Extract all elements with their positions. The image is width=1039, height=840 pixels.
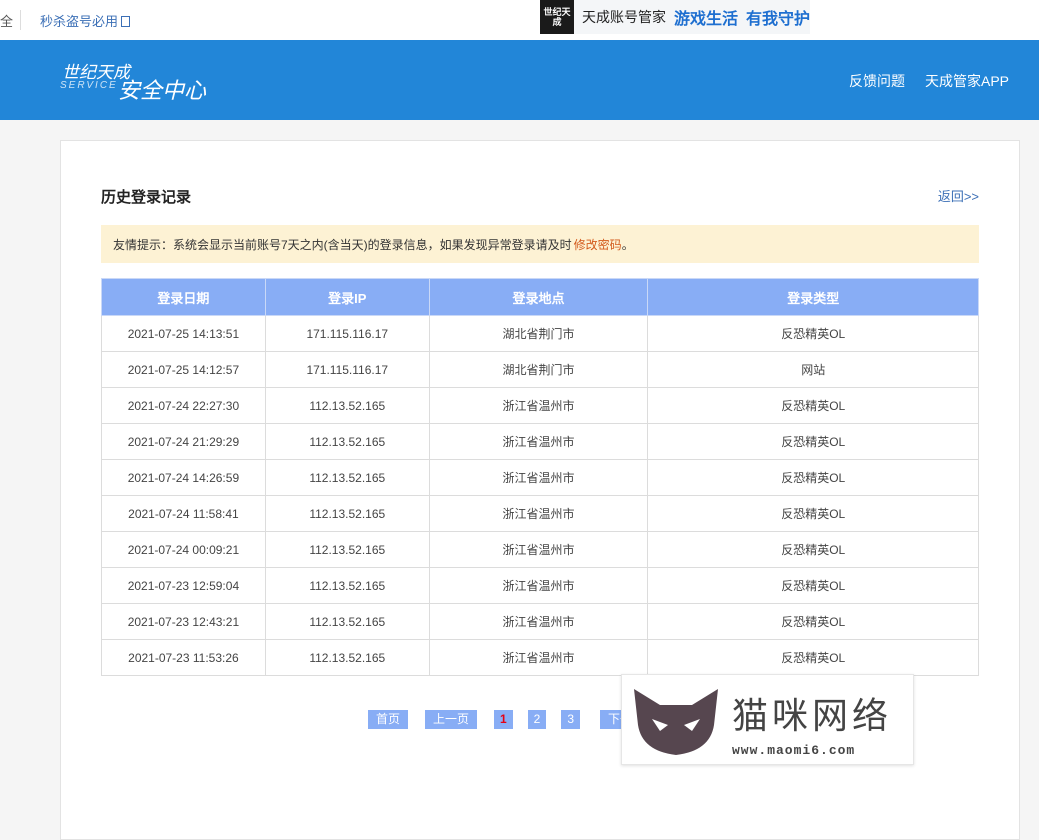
cell-type: 反恐精英OL [647,639,979,676]
cell-location: 浙江省温州市 [428,531,649,568]
table-row: 2021-07-24 21:29:29 112.13.52.165 浙江省温州市… [101,423,979,460]
cell-date: 2021-07-25 14:12:57 [101,351,266,388]
cell-ip: 112.13.52.165 [264,603,430,640]
top-strip: 全 秒杀盗号必用 世纪天成 天成账号管家 游戏生活 有我守护 [0,0,1039,40]
banner-title: 天成账号管家 [582,9,666,25]
table-row: 2021-07-24 14:26:59 112.13.52.165 浙江省温州市… [101,459,979,496]
cell-location: 浙江省温州市 [428,387,649,424]
banner-slogan-2: 有我守护 [745,11,810,28]
table-row: 2021-07-23 12:59:04 112.13.52.165 浙江省温州市… [101,567,979,604]
header-ip: 登录IP [264,278,430,316]
table-row: 2021-07-23 12:43:21 112.13.52.165 浙江省温州市… [101,603,979,640]
promo-link[interactable]: 秒杀盗号必用 [40,11,131,30]
cell-type: 反恐精英OL [647,315,979,352]
app-logo-icon: 世纪天成 [540,0,574,34]
nav-feedback[interactable]: 反馈问题 [849,71,905,91]
back-link[interactable]: 返回>> [938,186,979,205]
cell-ip: 112.13.52.165 [264,387,430,424]
cell-location: 湖北省荆门市 [428,315,649,352]
header-type: 登录类型 [647,278,979,316]
table-row: 2021-07-24 11:58:41 112.13.52.165 浙江省温州市… [101,495,979,532]
page-3-button[interactable]: 3 [561,710,581,729]
cell-date: 2021-07-24 22:27:30 [101,387,266,424]
cell-location: 浙江省温州市 [428,459,649,496]
cell-type: 反恐精英OL [647,495,979,532]
nav-app[interactable]: 天成管家APP [925,71,1009,91]
login-history-table: 登录日期 登录IP 登录地点 登录类型 2021-07-25 14:13:51 … [101,278,979,676]
cell-ip: 112.13.52.165 [264,423,430,460]
table-row: 2021-07-23 11:53:26 112.13.52.165 浙江省温州市… [101,639,979,676]
cell-location: 浙江省温州市 [428,423,649,460]
header-nav: 反馈问题 天成管家APP [849,71,1009,91]
page-title: 历史登录记录 [101,189,192,206]
cat-logo-icon [634,689,718,755]
watermark-name: 猫咪网络 [732,695,893,736]
cell-location: 浙江省温州市 [428,495,649,532]
cell-type: 反恐精英OL [647,531,979,568]
cell-location: 浙江省温州市 [428,639,649,676]
page-prev-button[interactable]: 上一页 [424,710,477,729]
cell-ip: 112.13.52.165 [264,531,430,568]
table-row: 2021-07-24 22:27:30 112.13.52.165 浙江省温州市… [101,387,979,424]
cell-ip: 112.13.52.165 [264,639,430,676]
notice-bar: 友情提示：系统会显示当前账号7天之内(含当天)的登录信息，如果发现异常登录请及时… [101,225,979,263]
site-header: 世纪天成 SERVICE 安全中心 反馈问题 天成管家APP [0,40,1039,120]
cell-location: 浙江省温州市 [428,567,649,604]
cell-date: 2021-07-25 14:13:51 [101,315,266,352]
notice-text: 友情提示：系统会显示当前账号7天之内(含当天)的登录信息，如果发现异常登录请及时 [113,237,572,252]
cell-ip: 112.13.52.165 [264,567,430,604]
table-row: 2021-07-25 14:12:57 171.115.116.17 湖北省荆门… [101,351,979,388]
notice-end: 。 [621,237,634,252]
cell-date: 2021-07-23 12:43:21 [101,603,266,640]
cell-location: 浙江省温州市 [428,603,649,640]
cell-date: 2021-07-23 12:59:04 [101,567,266,604]
cell-type: 反恐精英OL [647,567,979,604]
change-password-link[interactable]: 修改密码 [574,236,622,253]
cell-type: 反恐精英OL [647,459,979,496]
promo-label: 秒杀盗号必用 [40,14,119,29]
app-banner[interactable]: 世纪天成 天成账号管家 游戏生活 有我守护 [540,0,810,34]
watermark-url: www.maomi6.com [732,743,856,758]
cell-type: 反恐精英OL [647,603,979,640]
header-location: 登录地点 [428,278,649,316]
table-header-row: 登录日期 登录IP 登录地点 登录类型 [101,278,979,316]
top-divider [20,10,21,30]
cell-ip: 171.115.116.17 [264,315,430,352]
cell-ip: 171.115.116.17 [264,351,430,388]
cell-type: 反恐精英OL [647,423,979,460]
logo-main: 安全中心 [118,78,207,103]
logo-service: SERVICE [60,80,118,91]
cell-type: 反恐精英OL [647,387,979,424]
page-1-button[interactable]: 1 [493,710,513,729]
table-row: 2021-07-24 00:09:21 112.13.52.165 浙江省温州市… [101,531,979,568]
cell-date: 2021-07-24 14:26:59 [101,459,266,496]
cell-ip: 112.13.52.165 [264,459,430,496]
device-icon [121,16,131,27]
header-date: 登录日期 [101,278,266,316]
top-fragment-text: 全 [0,14,14,29]
table-row: 2021-07-25 14:13:51 171.115.116.17 湖北省荆门… [101,315,979,352]
cell-date: 2021-07-23 11:53:26 [101,639,266,676]
cell-date: 2021-07-24 21:29:29 [101,423,266,460]
cell-date: 2021-07-24 11:58:41 [101,495,266,532]
cell-location: 湖北省荆门市 [428,351,649,388]
watermark-overlay: 猫咪网络 www.maomi6.com [621,674,914,765]
page-first-button[interactable]: 首页 [367,710,408,729]
banner-slogan-1: 游戏生活 [673,11,738,28]
cell-date: 2021-07-24 00:09:21 [101,531,266,568]
page-2-button[interactable]: 2 [527,710,547,729]
cell-ip: 112.13.52.165 [264,495,430,532]
cell-type: 网站 [647,351,979,388]
